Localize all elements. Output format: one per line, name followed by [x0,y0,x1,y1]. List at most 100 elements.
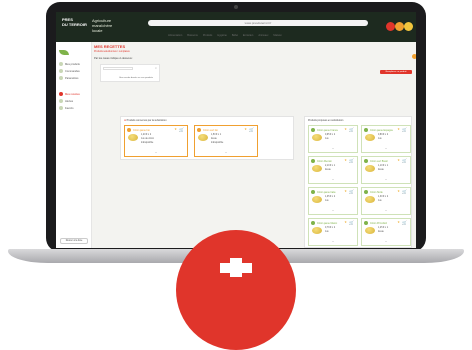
card-footer-arrow[interactable]: ▾ [362,240,410,243]
lemon-image [128,134,138,141]
product-card-suggested[interactable]: Citron jaune Italie 🛒 ★ 1,05 € x 2 Jus ▾ [308,187,358,215]
replace-button[interactable]: Remplacer ce produit [380,70,412,74]
cart-icon[interactable]: 🛒 [349,189,354,194]
product-card-suggested[interactable]: Citron Sicile 🛒 ★ 1,30 € x 2 Jus ▾ [361,187,411,215]
sidebar-item-orders[interactable]: Commandes [59,69,80,73]
product-card-suggested[interactable]: Citron jaune Espagne 🛒 ★ 0,89 € x 2 Jus ▾ [361,125,411,153]
product-card-suggested[interactable]: Citron jaune Maroc 🛒 ★ 0,79 € x 2 Jus ▾ [308,218,358,246]
nav-item[interactable]: Alimentation [168,34,182,39]
star-icon[interactable]: ★ [397,158,400,162]
cart-icon[interactable]: 🛒 [179,127,184,132]
sidebar-brand [59,50,69,55]
cart-icon[interactable]: 🛒 [402,158,407,163]
nav-item[interactable]: Animaux [258,34,268,39]
star-icon[interactable]: ★ [344,127,347,131]
star-icon[interactable]: ★ [174,127,177,131]
check-icon[interactable] [311,128,315,132]
qty-text: x 1 [218,134,222,136]
close-icon[interactable]: × [155,66,157,70]
qty-text: x 1 [385,165,389,167]
sidebar-item-products[interactable]: Mes produits [59,62,80,66]
star-icon[interactable]: ★ [344,220,347,224]
nav-item[interactable]: Produits [203,34,213,39]
star-icon[interactable]: ★ [344,189,347,193]
card-header: Citron jaune Italie [311,190,336,194]
price-text: 1,25 € [378,227,385,229]
check-icon[interactable] [364,190,368,194]
sidebar-item-label: Paramètres [65,76,79,80]
star-icon[interactable]: ★ [397,220,400,224]
lemon-image [312,165,322,172]
select-field[interactable] [103,67,133,70]
nav-item[interactable]: Bébé [232,34,238,39]
product-card-unavailable[interactable]: Citron vert bio 🛒 ★ 1,50 € x 1 Zeste Indispon… [194,125,258,157]
product-card-suggested[interactable]: Citron Menton 🛒 ★ 2,10 € x 1 Zeste ▾ [308,156,358,184]
price-text: 0,95 € [325,134,332,136]
info-text: Une recette basée sur vos produits [119,77,153,79]
product-card-unavailable[interactable]: Citron jaune bio 🛒 ★ 1,20 € x 2 Jus de citro… [124,125,188,157]
product-card-suggested[interactable]: Citron vert Brésil 🛒 ★ 1,10 € x 1 Zeste ▾ [361,156,411,184]
product-card-suggested[interactable]: Citron jaune France 🛒 ★ 0,95 € x 2 Jus ▾ [308,125,358,153]
card-footer-arrow[interactable]: ▾ [125,151,187,154]
nav-item[interactable]: Boissons [187,34,198,39]
search-input[interactable]: www.presduterroir.fr [148,20,368,26]
notification-icon[interactable] [412,54,416,59]
star-icon[interactable]: ★ [397,189,400,193]
red-circle-badge[interactable] [176,230,296,350]
menu-icon[interactable] [404,22,413,31]
check-icon[interactable] [364,221,368,225]
cart-icon[interactable]: 🛒 [349,127,354,132]
card-header: Citron jaune Espagne [364,128,393,132]
nav-item[interactable]: Hygiène [217,34,227,39]
sidebar-item-label: Alertes [65,99,74,103]
check-icon[interactable] [364,159,368,163]
logo[interactable]: PRES DU TERROIR [62,17,88,37]
check-icon[interactable] [197,128,201,132]
card-footer-arrow[interactable]: ▾ [195,151,257,154]
user-avatar-icon[interactable] [386,22,395,31]
nav-item[interactable]: Entretien [243,34,253,39]
price-text: 0,89 € [378,134,385,136]
cart-icon[interactable]: 🛒 [249,127,254,132]
back-button[interactable]: Retour à la liste [60,238,88,244]
lemon-image [365,227,375,234]
check-icon[interactable] [364,128,368,132]
card-title: Citron jaune Espagne [370,128,393,132]
qty-text: x 2 [332,196,336,198]
card-footer-arrow[interactable]: ▾ [309,240,357,243]
card-footer-arrow[interactable]: ▾ [309,209,357,212]
cart-icon[interactable]: 🛒 [349,158,354,163]
lemon-image [312,196,322,203]
card-footer-arrow[interactable]: ▾ [362,209,410,212]
sidebar-item-favorites[interactable]: Favoris [59,106,74,110]
cart-icon[interactable]: 🛒 [402,220,407,225]
card-footer-arrow[interactable]: ▾ [362,178,410,181]
webcam-icon [234,5,238,9]
lemon-image [312,134,322,141]
sidebar-item-alerts[interactable]: Alertes [59,99,73,103]
sidebar-item-recipes[interactable]: Mes recettes [59,92,80,96]
card-footer-arrow[interactable]: ▾ [362,147,410,150]
check-icon[interactable] [311,159,315,163]
card-footer-arrow[interactable]: ▾ [309,147,357,150]
star-icon[interactable]: ★ [344,158,347,162]
nav-item[interactable]: Maison [273,34,281,39]
status-badge: Indisponible [141,142,154,144]
panel-left-title: ⊗ Produits concernés par la substitution [124,119,167,122]
card-price: 1,05 € x 2 [325,196,335,199]
check-icon[interactable] [311,221,315,225]
card-price: 1,30 € x 2 [378,196,388,199]
product-card-suggested[interactable]: Citron Primofiori 🛒 ★ 1,25 € x 1 Zeste ▾ [361,218,411,246]
sidebar-item-settings[interactable]: Paramètres [59,76,78,80]
cart-icon[interactable]: 🛒 [349,220,354,225]
star-icon[interactable]: ★ [244,127,247,131]
star-icon[interactable]: ★ [397,127,400,131]
card-footer-arrow[interactable]: ▾ [309,178,357,181]
check-icon[interactable] [311,190,315,194]
check-icon[interactable] [127,128,131,132]
card-label: Zeste [211,138,217,140]
card-header: Citron Primofiori [364,221,387,225]
cart-icon[interactable]: 🛒 [402,189,407,194]
cart-icon[interactable]: 🛒 [402,127,407,132]
cart-icon[interactable] [395,22,404,31]
